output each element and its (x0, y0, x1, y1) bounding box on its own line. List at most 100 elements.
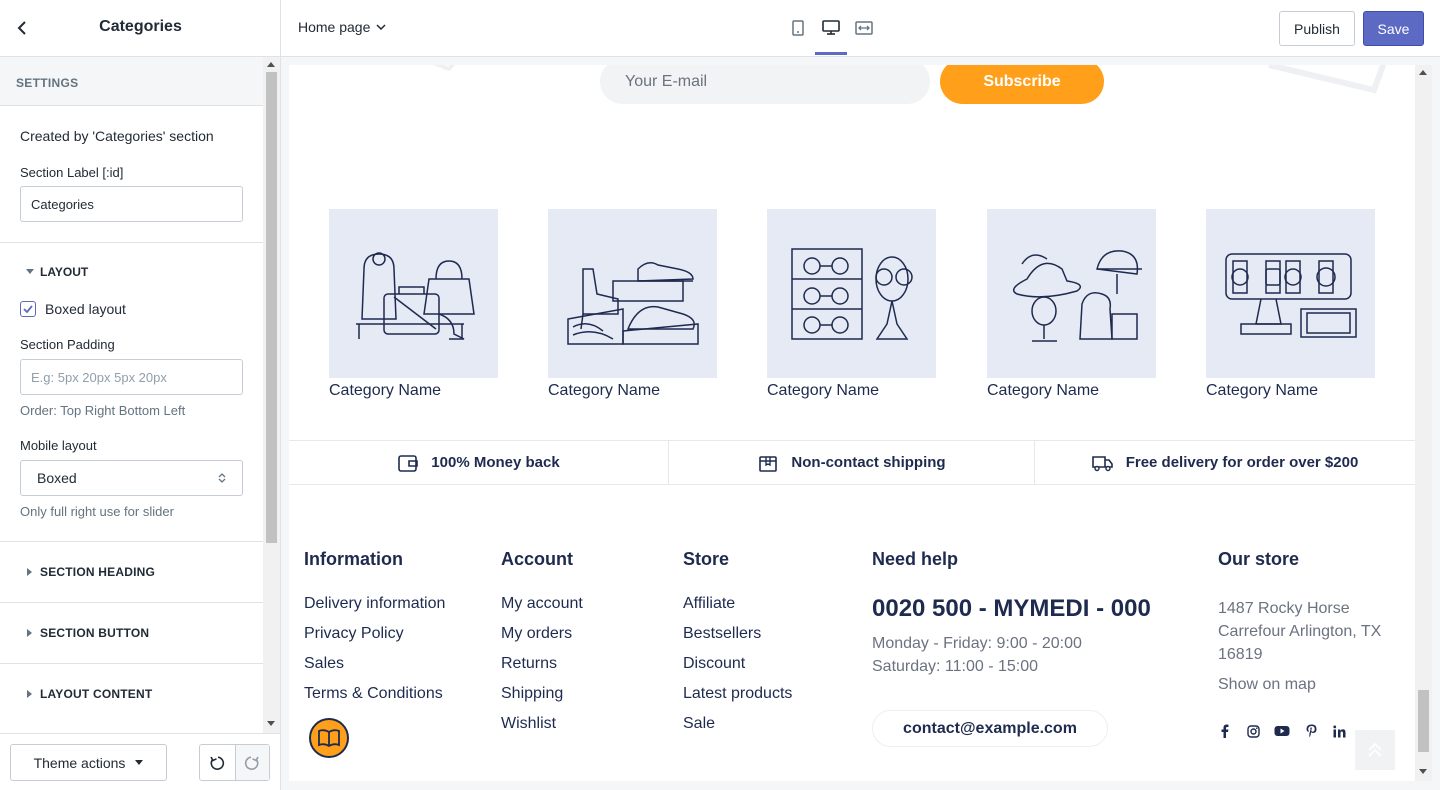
page-selector-label: Home page (298, 19, 371, 35)
feature-label: Non-contact shipping (791, 454, 946, 471)
show-on-map-link[interactable]: Show on map (1218, 676, 1381, 694)
caret-down-icon (135, 760, 144, 765)
footer-information-column: Information Delivery information Privacy… (304, 549, 445, 715)
top-bar: Categories Home page Publish Save (0, 0, 1440, 57)
theme-actions-label: Theme actions (33, 754, 126, 771)
footer-account-column: Account My account My orders Returns Shi… (501, 549, 583, 745)
footer-link[interactable]: Discount (683, 655, 792, 685)
truck-icon (1091, 455, 1113, 471)
store-address-line: 1487 Rocky Horse (1218, 600, 1350, 617)
store-address-line: Carrefour Arlington, TX (1218, 623, 1382, 640)
layout-content-toggle[interactable]: LAYOUT CONTENT (0, 664, 263, 721)
facebook-icon[interactable] (1218, 724, 1232, 738)
footer-link[interactable]: Bestsellers (683, 625, 792, 655)
sidebar-footer: Theme actions (0, 733, 280, 790)
footer-link[interactable]: My account (501, 595, 583, 625)
desktop-view-button[interactable] (819, 16, 843, 40)
feature-money-back: 100% Money back (289, 441, 668, 484)
mobile-layout-select[interactable]: Boxed (20, 460, 243, 496)
feature-free-delivery: Free delivery for order over $200 (1035, 441, 1415, 484)
fullwidth-view-button[interactable] (852, 16, 876, 40)
category-card[interactable]: Category Name (987, 209, 1157, 400)
contact-email-button[interactable]: contact@example.com (872, 710, 1108, 747)
hats-icon (1012, 249, 1142, 342)
footer-link[interactable]: Latest products (683, 685, 792, 715)
support-phone[interactable]: 0020 500 - MYMEDI - 000 (872, 595, 1151, 623)
section-button-toggle[interactable]: SECTION BUTTON (0, 603, 263, 664)
wallet-icon (398, 454, 419, 472)
scroll-up-icon (1419, 70, 1427, 75)
subscribe-button[interactable]: Subscribe (940, 65, 1104, 104)
sidebar-scroll-thumb[interactable] (266, 72, 277, 543)
footer-link[interactable]: Affiliate (683, 595, 792, 625)
footer-link[interactable]: Delivery information (304, 595, 445, 625)
category-card[interactable]: Category Name (767, 209, 937, 400)
linkedin-icon[interactable] (1332, 724, 1346, 738)
footer-link[interactable]: Sale (683, 715, 792, 745)
category-name: Category Name (987, 382, 1100, 399)
footer-link[interactable]: Terms & Conditions (304, 685, 445, 715)
category-image (548, 209, 717, 378)
preview-scrollbar[interactable] (1415, 65, 1432, 781)
pinterest-icon[interactable] (1304, 724, 1318, 738)
layout-toggle[interactable]: LAYOUT (20, 265, 243, 279)
save-button[interactable]: Save (1363, 11, 1424, 46)
fullwidth-icon (855, 21, 873, 35)
category-image (987, 209, 1156, 378)
category-card[interactable]: Category Name (548, 209, 718, 400)
double-chevron-up-icon (1368, 742, 1382, 757)
box-icon (759, 455, 778, 472)
footer-heading: Information (304, 549, 403, 569)
preview-scroll-thumb[interactable] (1418, 690, 1429, 752)
section-label-input[interactable]: Categories (20, 186, 243, 222)
mobile-layout-hint: Only full right use for slider (20, 504, 174, 519)
back-to-top-button[interactable] (1355, 730, 1395, 770)
footer-heading: Store (683, 549, 730, 569)
youtube-icon[interactable] (1274, 724, 1290, 738)
newsletter-email-input[interactable]: Your E-mail (600, 65, 930, 104)
theme-actions-button[interactable]: Theme actions (10, 744, 167, 781)
catalog-floating-button[interactable] (309, 718, 349, 758)
page-selector[interactable]: Home page (298, 19, 386, 35)
undo-icon (210, 755, 225, 770)
footer-heading: Our store (1218, 549, 1300, 569)
footer-link[interactable]: Wishlist (501, 715, 583, 745)
padding-hint: Order: Top Right Bottom Left (20, 403, 186, 418)
undo-button[interactable] (200, 745, 235, 780)
settings-heading: SETTINGS (0, 57, 263, 106)
instagram-icon[interactable] (1246, 724, 1260, 738)
publish-button[interactable]: Publish (1279, 11, 1355, 46)
category-image (1206, 209, 1375, 378)
section-heading-label: SECTION HEADING (40, 565, 156, 579)
section-heading-toggle[interactable]: SECTION HEADING (0, 542, 263, 603)
caret-right-icon (27, 690, 32, 698)
section-button-label: SECTION BUTTON (40, 626, 150, 640)
opening-hours-saturday: Saturday: 11:00 - 15:00 (872, 658, 1039, 675)
decorative-shape-icon (433, 65, 455, 71)
footer-link[interactable]: My orders (501, 625, 583, 655)
category-card[interactable]: Category Name (329, 209, 499, 400)
glasses-icon (790, 247, 913, 340)
caret-right-icon (27, 568, 32, 576)
opening-hours-weekday: Monday - Friday: 9:00 - 20:00 (872, 635, 1082, 652)
mobile-layout-label: Mobile layout (20, 438, 97, 453)
footer-link[interactable]: Privacy Policy (304, 625, 445, 655)
layout-content-label: LAYOUT CONTENT (40, 687, 153, 701)
footer-link[interactable]: Returns (501, 655, 583, 685)
mobile-view-button[interactable] (786, 16, 810, 40)
category-image (329, 209, 498, 378)
sidebar-scroll-area: SETTINGS Created by 'Categories' section… (0, 57, 263, 721)
category-image (767, 209, 936, 378)
redo-button[interactable] (234, 745, 269, 780)
bags-icon (355, 251, 475, 340)
footer-link[interactable]: Sales (304, 655, 445, 685)
category-card[interactable]: Category Name (1206, 209, 1376, 400)
boxed-layout-checkbox[interactable] (20, 301, 36, 317)
store-preview: Your E-mail Subscribe Category Name Cate… (289, 65, 1415, 781)
category-name: Category Name (548, 382, 661, 399)
footer-link[interactable]: Shipping (501, 685, 583, 715)
sidebar-header: Categories (0, 0, 281, 56)
created-by-text: Created by 'Categories' section (20, 128, 214, 144)
mobile-layout-value: Boxed (37, 470, 77, 486)
section-padding-input[interactable]: E.g: 5px 20px 5px 20px (20, 359, 243, 395)
